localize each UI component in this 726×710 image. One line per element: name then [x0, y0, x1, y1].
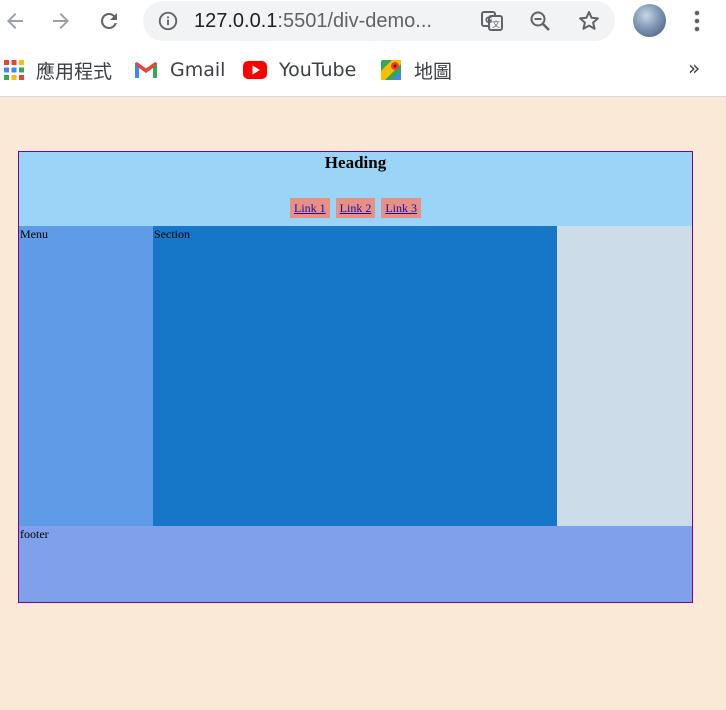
nav-link-3[interactable]: Link 3: [381, 198, 421, 218]
url-host: 127.0.0.1: [194, 10, 278, 32]
bookmark-maps[interactable]: 地圖: [380, 58, 453, 83]
browser-toolbar: 127.0.0.1:5501/div-demo... G 文: [0, 0, 726, 44]
menu-panel: Menu: [19, 226, 153, 526]
bookmark-apps[interactable]: 應用程式: [4, 58, 113, 83]
menu-label: Menu: [20, 227, 48, 241]
nav-links: Link 1 Link 2 Link 3: [19, 198, 692, 218]
reload-icon: [100, 12, 117, 29]
footer-label: footer: [20, 527, 49, 541]
forward-arrow-icon: [53, 13, 69, 29]
page-heading: Heading: [324, 153, 387, 172]
nav-link-2[interactable]: Link 2: [335, 198, 376, 218]
bookmark-label: 地圖: [414, 60, 453, 83]
bookmark-label: YouTube: [279, 59, 357, 81]
bookmarks-bar: 應用程式 Gmail YouTube 地圖 »: [0, 44, 726, 97]
aside-panel: [557, 226, 692, 526]
bookmark-youtube[interactable]: YouTube: [243, 58, 356, 82]
page-wrapper: Heading Link 1 Link 2 Link 3 Menu Sectio…: [18, 151, 693, 603]
reload-button[interactable]: [94, 6, 124, 36]
translate-icon[interactable]: G 文: [480, 9, 504, 33]
gmail-icon: [134, 61, 158, 79]
profile-avatar[interactable]: [633, 4, 666, 37]
zoom-out-icon[interactable]: [528, 9, 552, 33]
bookmark-star-icon[interactable]: [577, 9, 601, 33]
back-button[interactable]: [0, 6, 30, 36]
section-panel: Section: [153, 226, 557, 526]
bookmark-label: 應用程式: [36, 60, 113, 83]
maps-icon: [380, 59, 402, 81]
url-text[interactable]: 127.0.0.1:5501/div-demo...: [194, 10, 432, 33]
bookmarks-overflow-button[interactable]: »: [688, 56, 700, 80]
info-icon[interactable]: [157, 10, 179, 32]
section-label: Section: [154, 227, 190, 241]
page-footer: footer: [19, 526, 692, 602]
youtube-icon: [243, 61, 267, 79]
back-arrow-icon: [7, 13, 23, 29]
url-path: :5501/div-demo...: [277, 10, 432, 32]
page-header: Heading Link 1 Link 2 Link 3: [19, 152, 692, 226]
svg-text:文: 文: [492, 19, 500, 29]
bookmark-gmail[interactable]: Gmail: [134, 58, 225, 82]
address-bar[interactable]: 127.0.0.1:5501/div-demo... G 文: [143, 1, 615, 41]
more-vert-icon[interactable]: [688, 8, 706, 34]
apps-grid-icon: [4, 60, 24, 80]
nav-link-1[interactable]: Link 1: [289, 198, 330, 218]
forward-button[interactable]: [46, 6, 76, 36]
bookmark-label: Gmail: [170, 59, 226, 81]
